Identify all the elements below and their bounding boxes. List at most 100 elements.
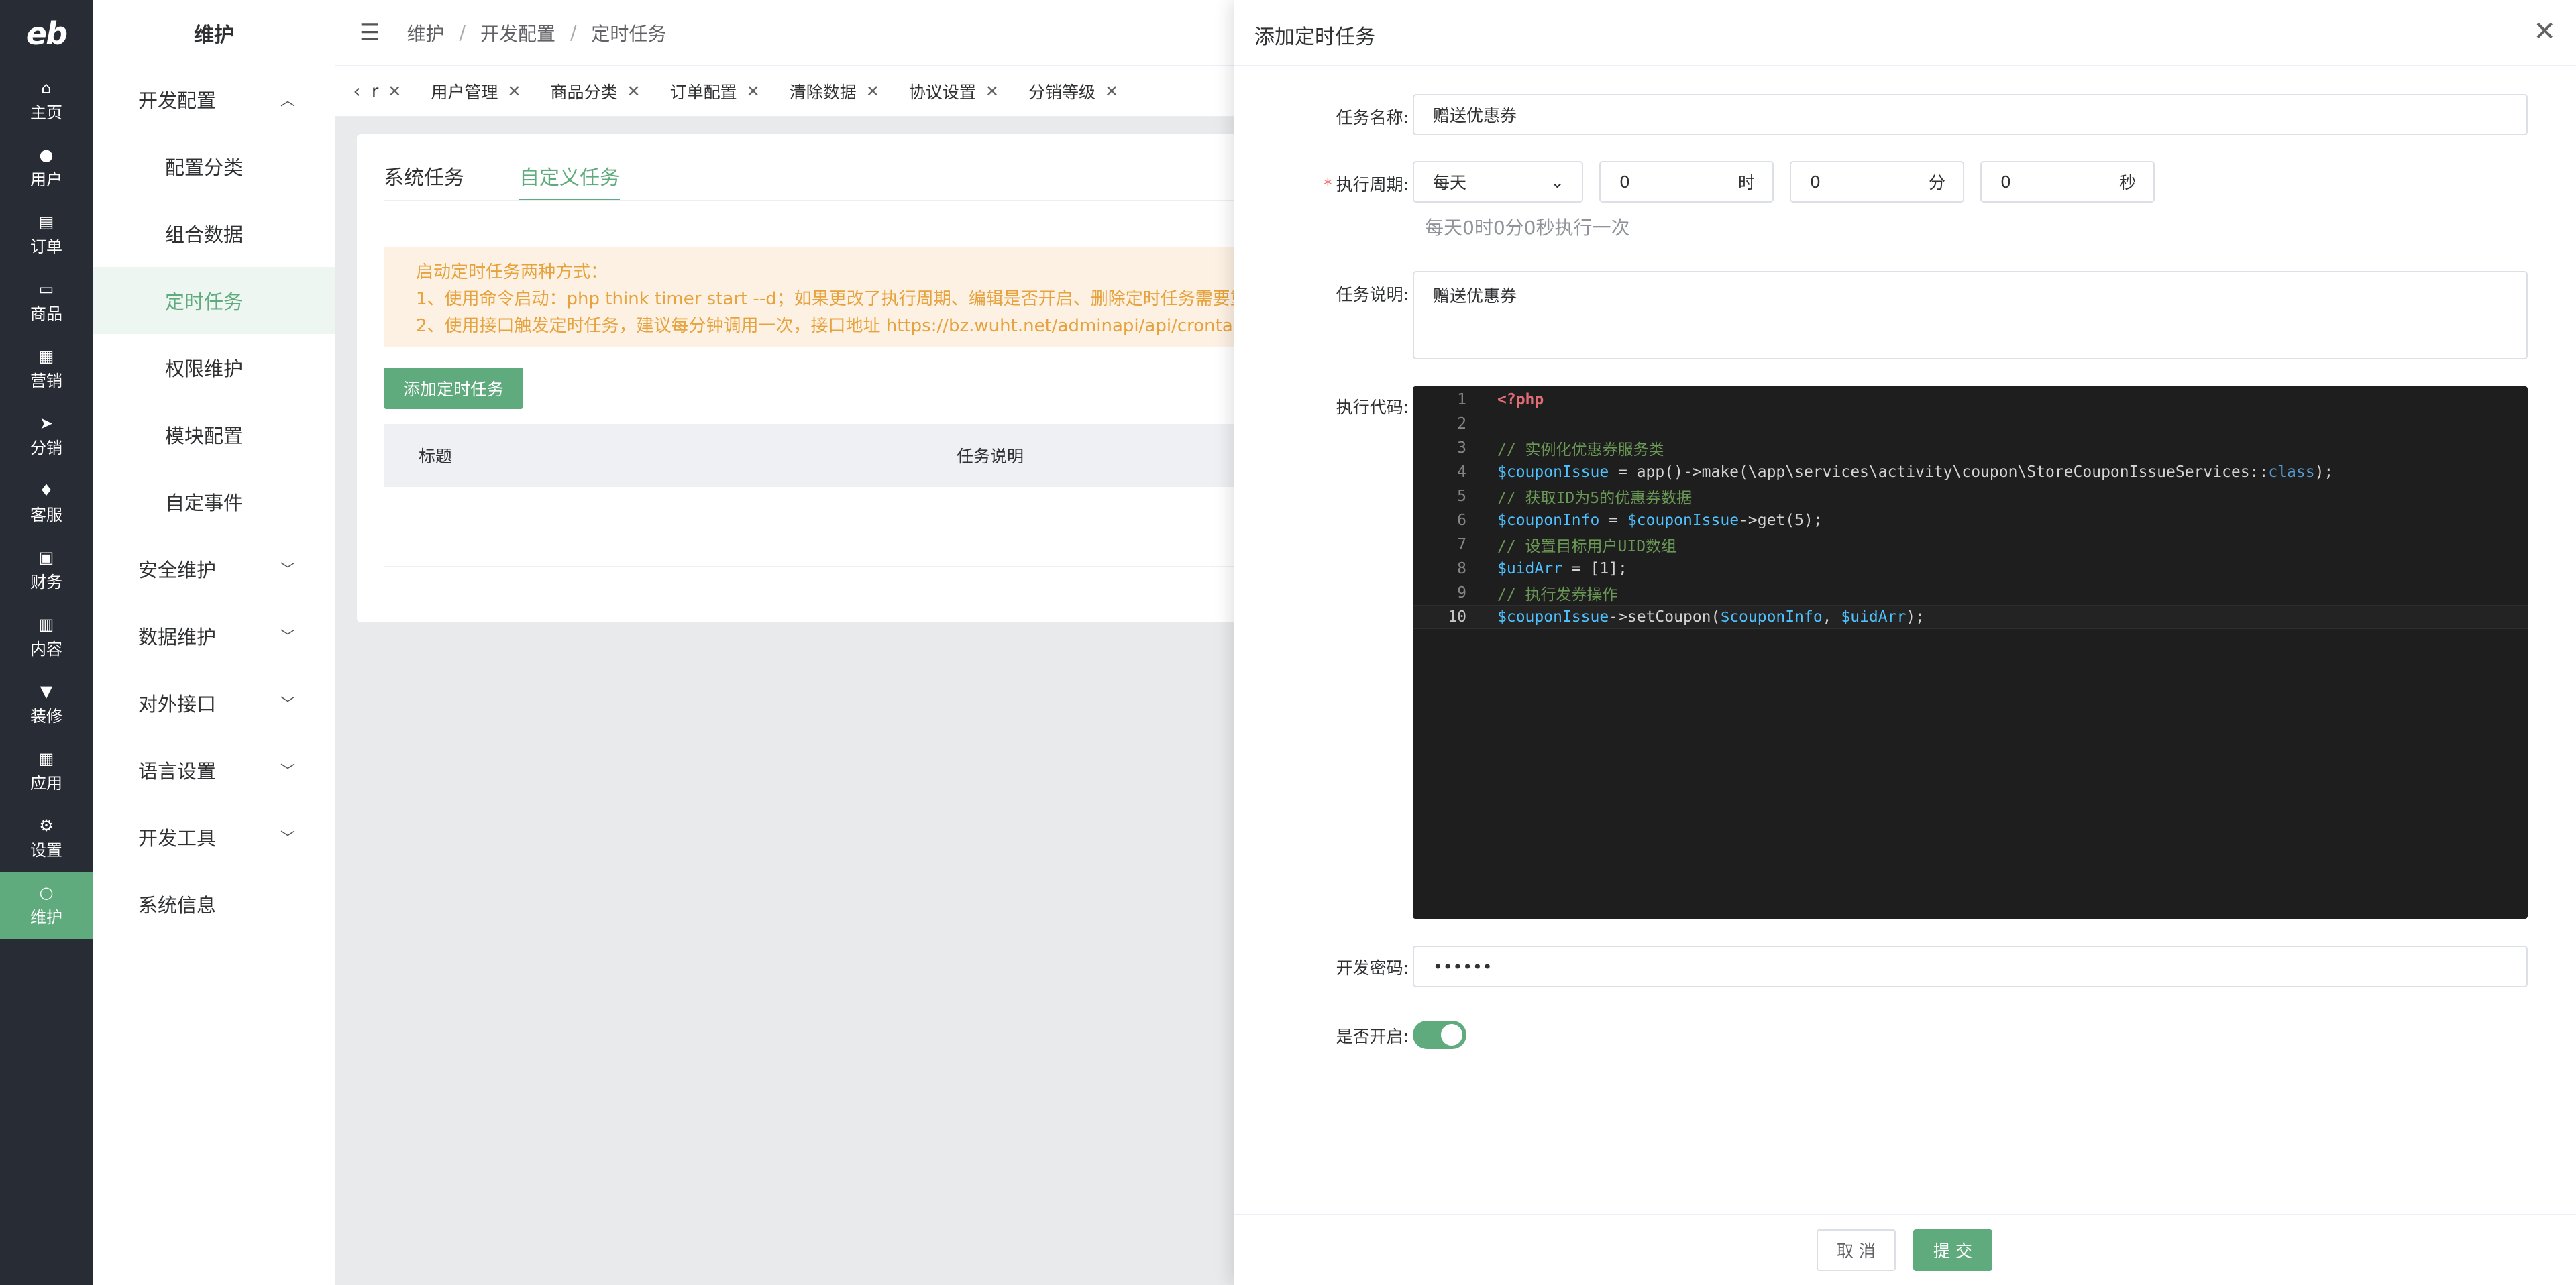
line-number: 5 xyxy=(1457,488,1466,505)
menu-fold-icon[interactable]: ☰ xyxy=(360,19,380,46)
rail-item[interactable]: ⚙ 设置 xyxy=(0,805,93,872)
table-header: 标题 任务说明 xyxy=(384,424,1256,487)
rail-item[interactable]: ▦ 应用 xyxy=(0,738,93,805)
code-editor[interactable]: 1 <?php 2 3 // 实例化优惠券服务类 4 $couponIssue = app(… xyxy=(1413,386,2528,919)
rail-item[interactable]: ➤ 分销 xyxy=(0,402,93,469)
sidebar-subitem[interactable]: 自定事件 xyxy=(93,468,335,535)
code-line: 3 // 实例化优惠券服务类 xyxy=(1413,436,2528,460)
code-text: $couponIssue = app()->make(\app\services… xyxy=(1497,463,2334,481)
tab-custom-tasks[interactable]: 自定义任务 xyxy=(519,161,620,201)
cancel-button[interactable]: 取 消 xyxy=(1817,1229,1896,1271)
close-icon[interactable]: ✕ xyxy=(747,82,760,101)
code-text: // 获取ID为5的优惠券数据 xyxy=(1497,490,1693,507)
line-number: 10 xyxy=(1448,608,1466,626)
close-icon[interactable]: ✕ xyxy=(2533,16,2556,47)
task-name-input[interactable]: 赠送优惠券 xyxy=(1413,94,2528,135)
app-logo[interactable]: eb xyxy=(0,0,93,67)
code-line: 8 $uidArr = [1]; xyxy=(1413,557,2528,581)
breadcrumb-item: 定时任务 xyxy=(591,22,667,45)
service-icon: ♦ xyxy=(39,480,54,500)
close-icon[interactable]: ✕ xyxy=(627,82,641,101)
second-input[interactable]: 0 秒 xyxy=(1980,161,2155,203)
chevron-down-icon: ⌄ xyxy=(1550,172,1564,192)
desc-label: 任务说明: xyxy=(1336,285,1409,304)
sidebar-group[interactable]: 安全维护 ﹀ xyxy=(93,535,335,602)
sidebar-subitem[interactable]: 定时任务 xyxy=(93,267,335,334)
rail-item[interactable]: ♦ 客服 xyxy=(0,469,93,537)
decorate-icon: ▼ xyxy=(40,681,53,701)
add-task-button[interactable]: 添加定时任务 xyxy=(384,368,523,409)
close-icon[interactable]: ✕ xyxy=(388,82,401,101)
tag-tab[interactable]: 清除数据 ✕ xyxy=(790,79,879,103)
marketing-icon: ▦ xyxy=(38,346,54,366)
code-text: // 执行发券操作 xyxy=(1497,586,1618,604)
column-header-title: 标题 xyxy=(419,447,453,466)
hour-input[interactable]: 0 时 xyxy=(1599,161,1774,203)
sidebar-group[interactable]: 语言设置 ﹀ xyxy=(93,736,335,803)
close-icon[interactable]: ✕ xyxy=(866,82,879,101)
close-icon[interactable]: ✕ xyxy=(1105,82,1118,101)
chevron-down-icon: ﹀ xyxy=(280,696,295,713)
password-input[interactable]: •••••• xyxy=(1413,946,2528,987)
tag-tab[interactable]: 用户管理 ✕ xyxy=(431,79,521,103)
chevron-left-icon[interactable]: ‹ xyxy=(342,80,372,102)
sidebar-subitem[interactable]: 权限维护 xyxy=(93,334,335,401)
sidebar-group[interactable]: 开发工具 ﹀ xyxy=(93,803,335,871)
period-select[interactable]: 每天 ⌄ xyxy=(1413,161,1583,203)
period-label: * 执行周期: xyxy=(1324,175,1409,194)
line-number: 2 xyxy=(1457,415,1466,433)
desc-textarea[interactable]: 赠送优惠券 xyxy=(1413,271,2528,359)
sidebar-item-system-info[interactable]: 系统信息 xyxy=(93,871,335,938)
rail-item[interactable]: ● 用户 xyxy=(0,134,93,201)
tag-tab[interactable]: 分销等级 ✕ xyxy=(1028,79,1118,103)
finance-icon: ▣ xyxy=(38,547,54,567)
code-line: 2 xyxy=(1413,412,2528,436)
tab-system-tasks[interactable]: 系统任务 xyxy=(384,161,464,201)
close-icon[interactable]: ✕ xyxy=(507,82,521,101)
enable-switch[interactable] xyxy=(1413,1021,1466,1049)
sidebar-subitem[interactable]: 组合数据 xyxy=(93,200,335,267)
rail-item[interactable]: ▤ 订单 xyxy=(0,201,93,268)
sub-sidebar: 维护 开发配置 ︿ 配置分类 组合数据 定时任务 权限维护 模块配置 自定事件 安全维护 ﹀… xyxy=(93,0,335,1285)
rail-item[interactable]: ⌂ 主页 xyxy=(0,67,93,134)
sidebar-group-dev-config[interactable]: 开发配置 ︿ xyxy=(93,66,335,133)
line-number: 8 xyxy=(1457,560,1466,577)
column-header-desc: 任务说明 xyxy=(957,447,1024,466)
submit-button[interactable]: 提 交 xyxy=(1913,1229,1992,1271)
minute-input[interactable]: 0 分 xyxy=(1790,161,1964,203)
chevron-down-icon: ﹀ xyxy=(280,629,295,646)
rail-item[interactable]: ▼ 装修 xyxy=(0,671,93,738)
task-tabs: 系统任务 自定义任务 xyxy=(384,161,675,201)
sidebar-group[interactable]: 数据维护 ﹀ xyxy=(93,602,335,669)
code-label: 执行代码: xyxy=(1336,398,1409,417)
sidebar-subitem[interactable]: 配置分类 xyxy=(93,133,335,200)
code-text: $couponIssue->setCoupon($couponInfo, $ui… xyxy=(1497,608,1925,626)
chevron-down-icon: ﹀ xyxy=(280,830,295,847)
sidebar-subitem[interactable]: 模块配置 xyxy=(93,401,335,468)
code-text: $couponInfo = $couponIssue->get(5); xyxy=(1497,512,1823,529)
code-line: 7 // 设置目标用户UID数组 xyxy=(1413,533,2528,557)
close-icon[interactable]: ✕ xyxy=(985,82,999,101)
sidebar-group[interactable]: 对外接口 ﹀ xyxy=(93,669,335,736)
rail-item[interactable]: ○ 维护 xyxy=(0,872,93,939)
tag-tab[interactable]: r ✕ xyxy=(372,81,401,101)
chevron-down-icon: ﹀ xyxy=(280,763,295,780)
breadcrumb-item[interactable]: 开发配置 xyxy=(480,19,555,46)
tag-tab[interactable]: 商品分类 ✕ xyxy=(551,79,641,103)
tag-tab[interactable]: 协议设置 ✕ xyxy=(909,79,999,103)
rail-item[interactable]: ▦ 营销 xyxy=(0,335,93,402)
period-hint: 每天0时0分0秒执行一次 xyxy=(1425,217,1630,239)
icon-rail: eb ⌂ 主页 ● 用户 ▤ 订单 ▭ 商品 ▦ 营销 ➤ 分销 ♦ 客服 ▣ 财务 ▥ 内容 ▼ 装修 ▦ 应用 ⚙ 设置 ○… xyxy=(0,0,93,1285)
code-text: <?php xyxy=(1497,391,1544,408)
chevron-up-icon: ︿ xyxy=(280,93,295,109)
maintenance-icon: ○ xyxy=(39,883,54,902)
rail-item[interactable]: ▥ 内容 xyxy=(0,604,93,671)
breadcrumb-item[interactable]: 维护 xyxy=(407,19,444,46)
password-label: 开发密码: xyxy=(1336,958,1409,978)
line-number: 6 xyxy=(1457,512,1466,529)
rail-item[interactable]: ▭ 商品 xyxy=(0,268,93,335)
code-text: // 设置目标用户UID数组 xyxy=(1497,538,1677,555)
tag-tab[interactable]: 订单配置 ✕ xyxy=(670,79,760,103)
line-number: 7 xyxy=(1457,536,1466,553)
rail-item[interactable]: ▣ 财务 xyxy=(0,537,93,604)
